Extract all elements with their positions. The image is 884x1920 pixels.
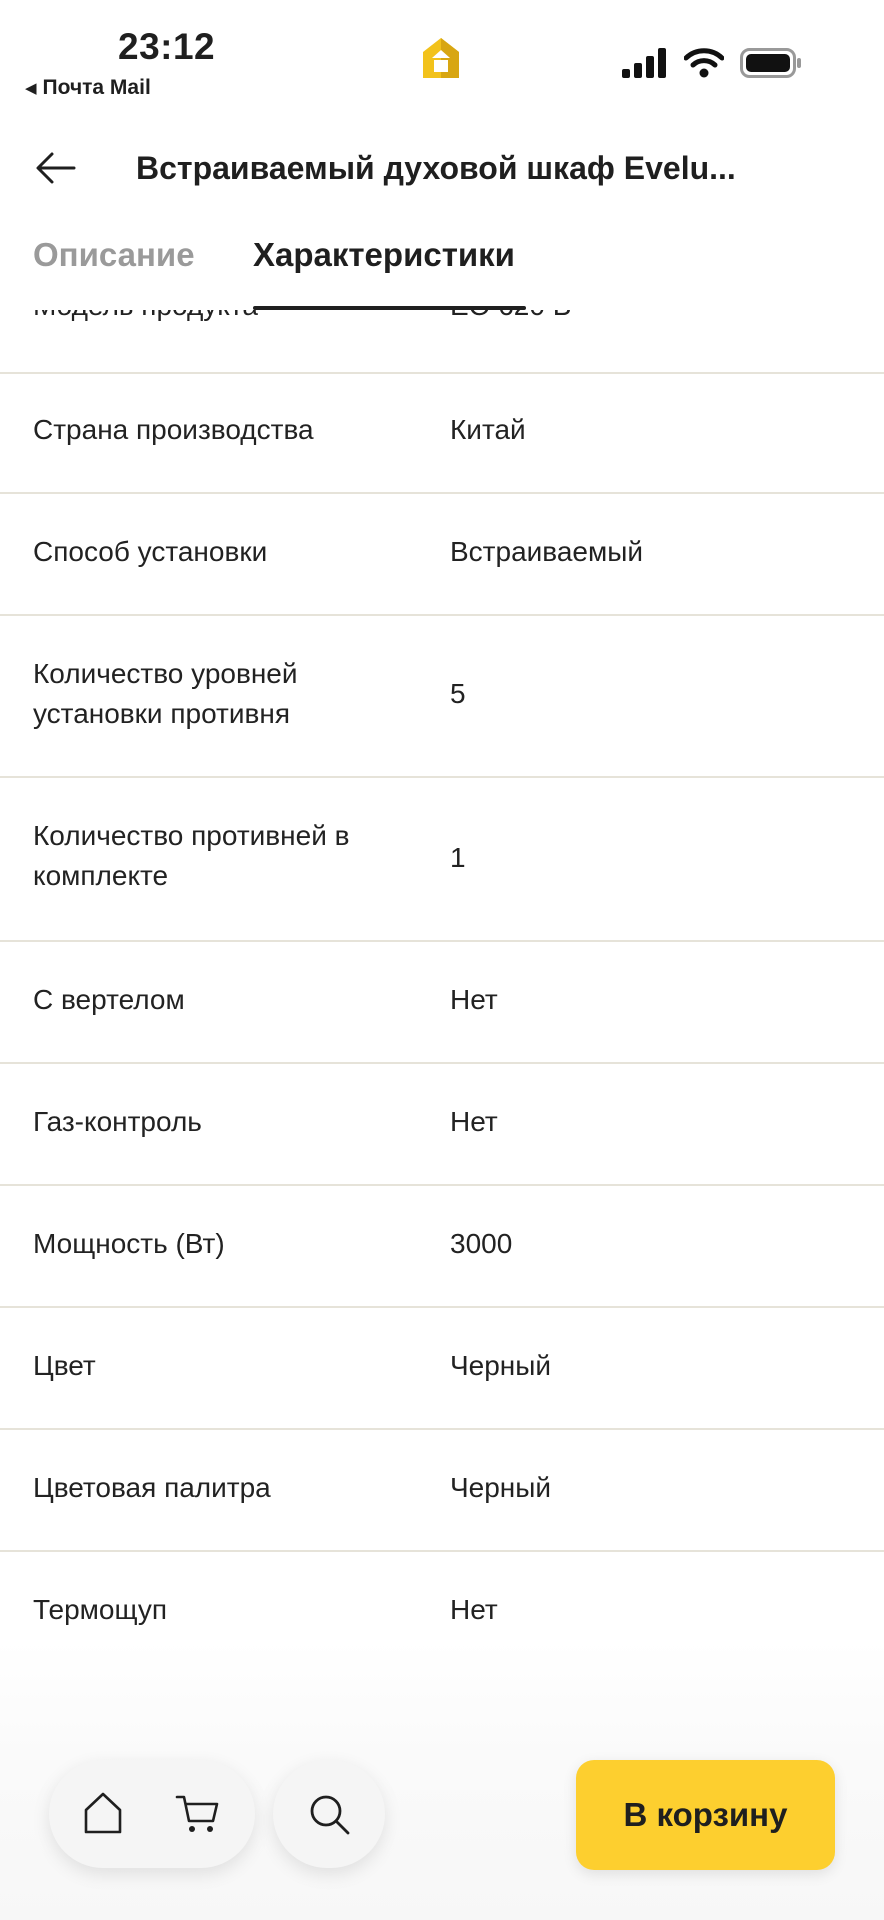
spec-value: 1 xyxy=(450,842,466,873)
spec-name: Газ-контроль xyxy=(33,1106,202,1137)
battery-icon xyxy=(740,48,801,78)
status-icons xyxy=(622,48,802,78)
home-icon[interactable] xyxy=(81,1790,125,1841)
tab-bar: Описание Характеристики xyxy=(0,226,884,310)
spec-value: Нет xyxy=(450,984,498,1015)
spec-row: Цвет Черный xyxy=(0,1308,884,1430)
spec-value: Черный xyxy=(450,1350,552,1381)
spec-name: Модель продукта xyxy=(33,310,258,326)
spec-row: Цветовая палитра Черный xyxy=(0,1430,884,1552)
back-to-app-link[interactable]: ◀ Почта Mail xyxy=(25,76,151,100)
search-button[interactable] xyxy=(273,1760,385,1868)
spec-row: Количество противней в комплекте 1 xyxy=(0,778,884,942)
spec-value: 3000 xyxy=(450,1228,513,1259)
spec-value: Черный xyxy=(450,1472,552,1503)
spec-value: Нет xyxy=(450,1106,498,1137)
spec-value: Нет xyxy=(450,1594,498,1625)
spec-row: С вертелом Нет xyxy=(0,942,884,1064)
wifi-icon xyxy=(684,48,724,78)
cart-icon[interactable] xyxy=(175,1792,221,1841)
spec-name: Способ установки xyxy=(33,536,268,567)
spec-row: Страна производства Китай xyxy=(0,372,884,494)
tab-description[interactable]: Описание xyxy=(33,236,195,274)
spec-name: Мощность (Вт) xyxy=(33,1228,225,1259)
tab-characteristics[interactable]: Характеристики xyxy=(253,236,515,274)
top-app-bar: Встраиваемый духовой шкаф Evelu... xyxy=(0,128,884,208)
spec-value: 5 xyxy=(450,678,466,709)
page-title: Встраиваемый духовой шкаф Evelu... xyxy=(136,150,736,186)
spec-row: Газ-контроль Нет xyxy=(0,1064,884,1186)
search-icon xyxy=(310,1795,350,1835)
bottom-nav-pill xyxy=(49,1760,255,1868)
spec-row: Мощность (Вт) 3000 xyxy=(0,1186,884,1308)
characteristics-list: Модель продукта EO 620 B Страна производ… xyxy=(0,310,884,1700)
add-to-cart-button[interactable]: В корзину xyxy=(576,1760,835,1870)
spec-name: Термощуп xyxy=(33,1594,168,1625)
back-triangle-icon: ◀ xyxy=(25,80,37,97)
spec-value: Встраиваемый xyxy=(450,536,644,567)
spec-name: Количество уровней установки противня xyxy=(33,658,298,729)
spec-value: Китай xyxy=(450,414,526,445)
back-arrow-icon[interactable] xyxy=(34,148,78,193)
spec-name: Цветовая палитра xyxy=(33,1472,271,1503)
spec-row: Количество уровней установки противня 5 xyxy=(0,616,884,778)
spec-row: Модель продукта EO 620 B xyxy=(0,310,884,374)
spec-name: Цвет xyxy=(33,1350,96,1381)
spec-name: С вертелом xyxy=(33,984,185,1015)
status-bar: 23:12 ◀ Почта Mail xyxy=(0,0,884,110)
back-app-label: Почта Mail xyxy=(42,76,151,99)
app-logo xyxy=(421,36,461,85)
spec-name: Страна производства xyxy=(33,414,314,445)
spec-value: EO 620 B xyxy=(450,310,571,326)
status-time: 23:12 xyxy=(118,26,216,67)
spec-name: Количество противней в комплекте xyxy=(33,820,350,891)
cellular-signal-icon xyxy=(622,48,666,78)
spec-row: Способ установки Встраиваемый xyxy=(0,494,884,616)
